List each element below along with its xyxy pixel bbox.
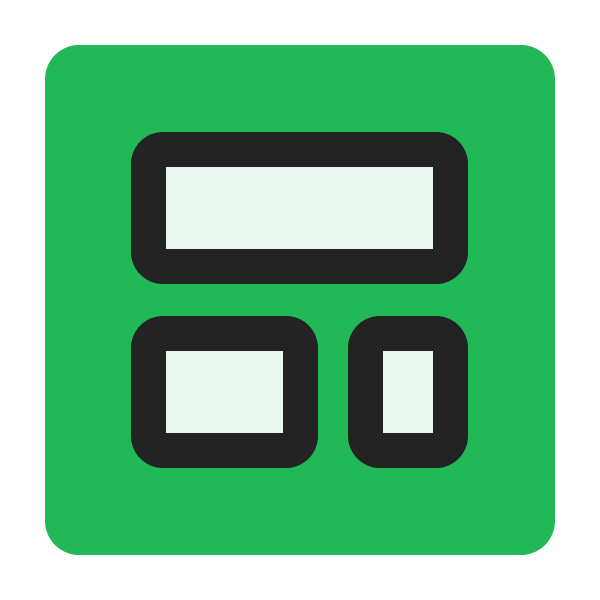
layout-panel-bottom-right	[348, 316, 468, 468]
layout-panel-bottom-left	[131, 316, 318, 468]
layout-panel-top	[131, 132, 468, 284]
icon-canvas	[0, 0, 600, 600]
layout-dashboard-icon	[45, 45, 555, 555]
